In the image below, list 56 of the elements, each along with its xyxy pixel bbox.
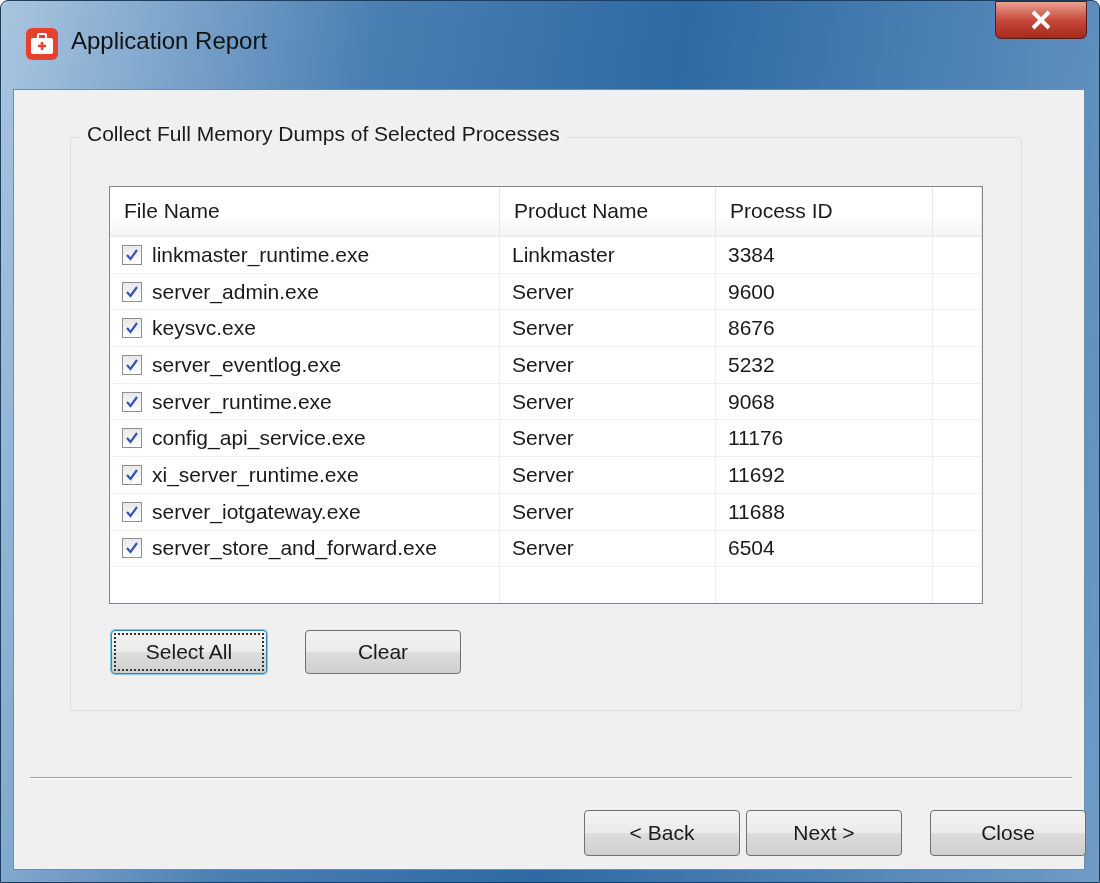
file-name: config_api_service.exe: [152, 426, 366, 451]
close-icon: [1030, 10, 1052, 30]
table-cell: 11688: [716, 493, 933, 531]
column-header[interactable]: Product Name: [500, 187, 716, 237]
table-cell: Server: [500, 310, 716, 348]
checkbox[interactable]: [122, 538, 142, 559]
checkbox[interactable]: [122, 391, 142, 412]
checkbox[interactable]: [122, 428, 142, 449]
checkbox[interactable]: [122, 354, 142, 375]
next-button[interactable]: Next >: [746, 810, 902, 856]
table-cell: 9068: [716, 383, 933, 421]
file-name: server_iotgateway.exe: [152, 499, 361, 524]
table-cell: Server: [500, 273, 716, 311]
clear-button[interactable]: Clear: [305, 630, 461, 674]
empty-cell: [933, 310, 982, 348]
back-button[interactable]: < Back: [584, 810, 740, 856]
table-cell: 6504: [716, 530, 933, 568]
table-cell: 9600: [716, 273, 933, 311]
table-cell: 11692: [716, 457, 933, 494]
checkbox[interactable]: [122, 281, 142, 302]
table-cell: Server: [500, 457, 716, 494]
window-title: Application Report: [71, 26, 268, 55]
empty-cell: [933, 273, 982, 311]
column-header[interactable]: Process ID: [716, 187, 933, 237]
file-name: xi_server_runtime.exe: [152, 462, 359, 487]
empty-cell: [933, 493, 982, 531]
empty-cell: [933, 420, 982, 458]
file-name: server_runtime.exe: [152, 389, 332, 414]
table-cell: Linkmaster: [500, 237, 716, 274]
close-button[interactable]: [995, 1, 1087, 39]
empty-cell: [933, 383, 982, 421]
checkbox[interactable]: [122, 318, 142, 339]
file-name: server_store_and_forward.exe: [152, 536, 437, 561]
table-cell: Server: [500, 530, 716, 568]
toolbox-icon: [25, 27, 59, 61]
table-cell: Server: [500, 420, 716, 458]
table-cell: 3384: [716, 237, 933, 274]
checkbox[interactable]: [122, 464, 142, 485]
file-name: server_eventlog.exe: [152, 352, 342, 377]
table-cell: 5232: [716, 347, 933, 384]
table-cell: Server: [500, 347, 716, 384]
empty-cell: [933, 457, 982, 494]
table-cell: 11176: [716, 420, 933, 458]
empty-cell: [933, 347, 982, 384]
checkbox[interactable]: [122, 244, 142, 265]
file-name: server_admin.exe: [152, 279, 319, 304]
table-cell: Server: [500, 493, 716, 531]
file-name: linkmaster_runtime.exe: [152, 242, 370, 267]
table-cell: 8676: [716, 310, 933, 348]
file-name: keysvc.exe: [152, 316, 256, 341]
empty-cell: [933, 237, 982, 274]
select-all-button[interactable]: Select All: [111, 630, 267, 674]
checkbox[interactable]: [122, 501, 142, 522]
column-header[interactable]: File Name: [110, 187, 500, 237]
table-cell: Server: [500, 383, 716, 421]
close-button[interactable]: Close: [930, 810, 1086, 856]
